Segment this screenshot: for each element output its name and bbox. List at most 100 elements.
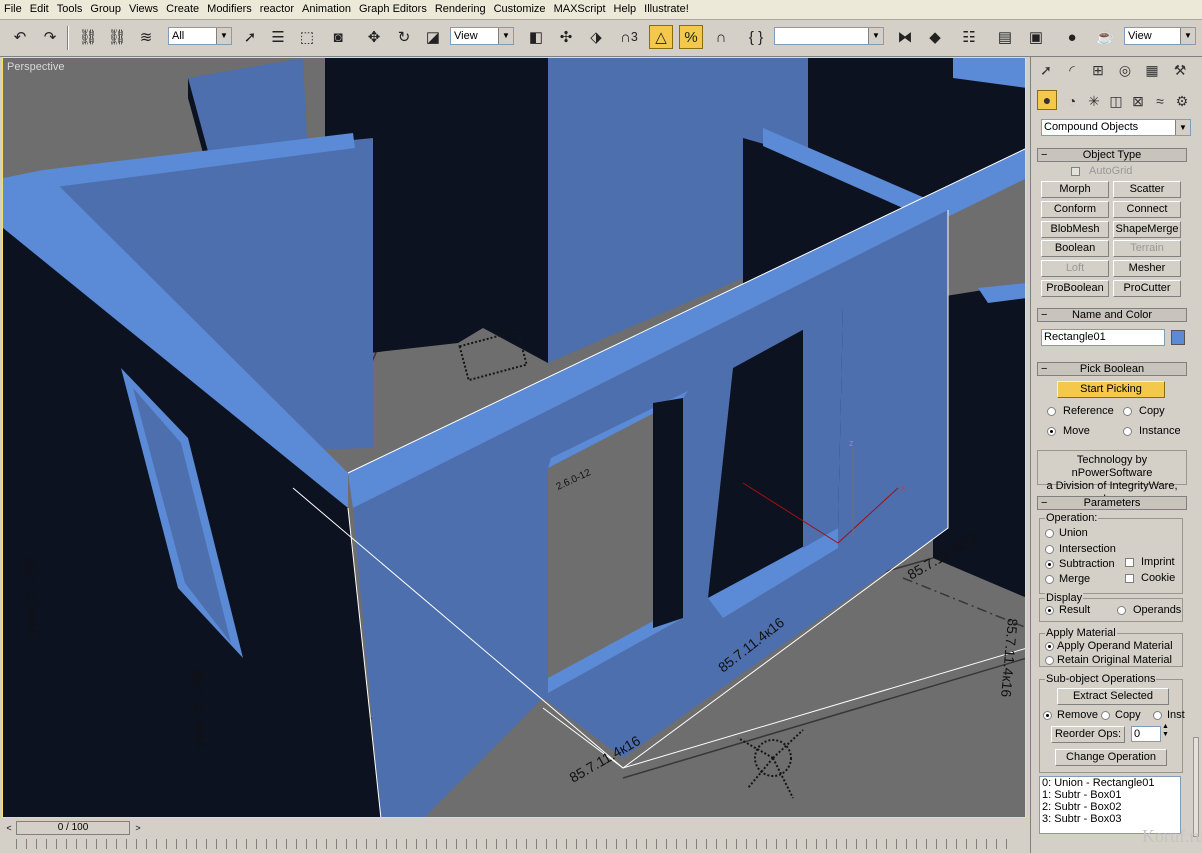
- chevron-left-icon[interactable]: <: [2, 821, 16, 835]
- object-type-button[interactable]: Loft: [1041, 260, 1109, 278]
- menu-item[interactable]: Create: [162, 0, 203, 19]
- chevron-right-icon[interactable]: >: [131, 821, 145, 835]
- panel-scrollbar[interactable]: [1193, 737, 1199, 837]
- instance-radio[interactable]: [1123, 427, 1132, 436]
- lights-icon[interactable]: ✳: [1083, 90, 1105, 112]
- object-type-button[interactable]: ShapeMerge: [1113, 220, 1181, 238]
- layer-manager-icon[interactable]: ☷: [957, 25, 981, 49]
- move-icon[interactable]: ✥: [362, 25, 386, 49]
- menu-item[interactable]: Views: [125, 0, 162, 19]
- window-crossing-icon[interactable]: ◙: [326, 25, 350, 49]
- change-operation-button[interactable]: Change Operation: [1055, 749, 1167, 766]
- parameters-rollout[interactable]: − Parameters: [1037, 496, 1187, 510]
- select-by-name-icon[interactable]: ☰: [266, 25, 290, 49]
- operand-list-item[interactable]: 0: Union - Rectangle01: [1040, 777, 1180, 789]
- shapes-icon[interactable]: ◔: [1061, 90, 1083, 112]
- start-picking-button[interactable]: Start Picking: [1057, 381, 1165, 398]
- undo-icon[interactable]: ↶: [8, 25, 32, 49]
- reorder-ops-button[interactable]: Reorder Ops:: [1051, 726, 1125, 743]
- rotate-icon[interactable]: ↻: [392, 25, 416, 49]
- object-type-button[interactable]: Morph: [1041, 181, 1109, 198]
- menu-item[interactable]: Edit: [26, 0, 53, 19]
- edit-named-selection-icon[interactable]: { }: [744, 25, 768, 49]
- spinner-snap-icon[interactable]: ∩: [709, 25, 733, 49]
- object-type-button[interactable]: ProCutter: [1113, 280, 1181, 297]
- menu-item[interactable]: Help: [610, 0, 641, 19]
- motion-tab-icon[interactable]: ◎: [1114, 59, 1136, 81]
- render-scene-icon[interactable]: ☕: [1093, 25, 1117, 49]
- helpers-icon[interactable]: ⊠: [1127, 90, 1149, 112]
- menu-item[interactable]: File: [0, 0, 26, 19]
- redo-icon[interactable]: ↷: [38, 25, 62, 49]
- object-type-rollout[interactable]: − Object Type: [1037, 148, 1187, 162]
- cameras-icon[interactable]: ◫: [1105, 90, 1127, 112]
- viewport-label[interactable]: Perspective: [7, 61, 64, 73]
- intersection-radio[interactable]: [1045, 545, 1054, 554]
- menu-item[interactable]: Customize: [490, 0, 550, 19]
- menu-item[interactable]: Graph Editors: [355, 0, 431, 19]
- category-dropdown[interactable]: Compound Objects ▼: [1041, 119, 1191, 136]
- spinner-arrows-icon[interactable]: ▲ ▼: [1162, 723, 1169, 739]
- menu-item[interactable]: Animation: [298, 0, 355, 19]
- render-view-dropdown[interactable]: View ▼: [1124, 27, 1196, 45]
- select-and-link-icon[interactable]: ⛓: [76, 25, 100, 49]
- unlink-icon[interactable]: ⛓: [105, 25, 129, 49]
- percent-snap-icon[interactable]: %: [679, 25, 703, 49]
- hierarchy-tab-icon[interactable]: ⊞: [1087, 59, 1109, 81]
- extract-selected-button[interactable]: Extract Selected: [1057, 688, 1169, 705]
- modify-tab-icon[interactable]: ◜: [1061, 59, 1083, 81]
- select-manipulate-icon[interactable]: ✣: [554, 25, 578, 49]
- object-color-swatch[interactable]: [1171, 330, 1185, 345]
- create-tab-icon[interactable]: ➚: [1035, 59, 1057, 81]
- operand-list-item[interactable]: 2: Subtr - Box02: [1040, 801, 1180, 813]
- operand-list-item[interactable]: 3: Subtr - Box03: [1040, 813, 1180, 825]
- angle-snap-icon[interactable]: △: [649, 25, 673, 49]
- perspective-viewport[interactable]: x z 85.7.11.4к16 85.7.11.4к16 85.7.11.4к…: [2, 57, 1026, 818]
- named-selection-dropdown[interactable]: ▼: [774, 27, 884, 45]
- result-radio[interactable]: [1045, 606, 1054, 615]
- name-color-rollout[interactable]: − Name and Color: [1037, 308, 1187, 322]
- curve-editor-icon[interactable]: ▤: [993, 25, 1017, 49]
- merge-radio[interactable]: [1045, 575, 1054, 584]
- reference-coordinate-dropdown[interactable]: View ▼: [450, 27, 514, 45]
- rectangular-selection-icon[interactable]: ⬚: [295, 25, 319, 49]
- select-object-icon[interactable]: ➚: [238, 25, 262, 49]
- selection-filter-dropdown[interactable]: All ▼: [168, 27, 232, 45]
- copy-radio[interactable]: [1123, 407, 1132, 416]
- subtraction-radio[interactable]: [1045, 560, 1054, 569]
- geometry-icon[interactable]: ●: [1037, 90, 1057, 110]
- space-warps-icon[interactable]: ≈: [1149, 90, 1171, 112]
- autogrid-checkbox[interactable]: [1071, 167, 1080, 176]
- object-type-button[interactable]: Terrain: [1113, 240, 1181, 258]
- object-type-button[interactable]: BlobMesh: [1041, 220, 1109, 238]
- object-type-button[interactable]: Connect: [1113, 200, 1181, 218]
- reference-radio[interactable]: [1047, 407, 1056, 416]
- menu-item[interactable]: Modifiers: [203, 0, 256, 19]
- pick-boolean-rollout[interactable]: − Pick Boolean: [1037, 362, 1187, 376]
- object-type-button[interactable]: ProBoolean: [1041, 280, 1109, 297]
- object-type-button[interactable]: Scatter: [1113, 181, 1181, 198]
- copy-op-radio[interactable]: [1101, 711, 1110, 720]
- apply-operand-material-radio[interactable]: [1045, 642, 1054, 651]
- operand-list-item[interactable]: 1: Subtr - Box01: [1040, 789, 1180, 801]
- object-type-button[interactable]: Conform: [1041, 200, 1109, 218]
- pivot-center-icon[interactable]: ◧: [524, 25, 548, 49]
- inst-radio[interactable]: [1153, 711, 1162, 720]
- material-editor-icon[interactable]: ●: [1060, 25, 1084, 49]
- object-name-input[interactable]: Rectangle01: [1041, 329, 1165, 346]
- retain-original-material-radio[interactable]: [1045, 656, 1054, 665]
- remove-radio[interactable]: [1043, 711, 1052, 720]
- imprint-checkbox[interactable]: [1125, 558, 1134, 567]
- union-radio[interactable]: [1045, 529, 1054, 538]
- menu-item[interactable]: Illustrate!: [640, 0, 693, 19]
- move-radio[interactable]: [1047, 427, 1056, 436]
- align-icon[interactable]: ◆: [923, 25, 947, 49]
- snap-toggle-icon[interactable]: ∩ 3: [617, 25, 641, 49]
- time-slider[interactable]: 0 / 100: [16, 821, 130, 835]
- operands-radio[interactable]: [1117, 606, 1126, 615]
- scale-icon[interactable]: ◪: [421, 25, 445, 49]
- menu-item[interactable]: Rendering: [431, 0, 490, 19]
- menu-item[interactable]: Tools: [53, 0, 87, 19]
- menu-item[interactable]: Group: [86, 0, 125, 19]
- cookie-checkbox[interactable]: [1125, 574, 1134, 583]
